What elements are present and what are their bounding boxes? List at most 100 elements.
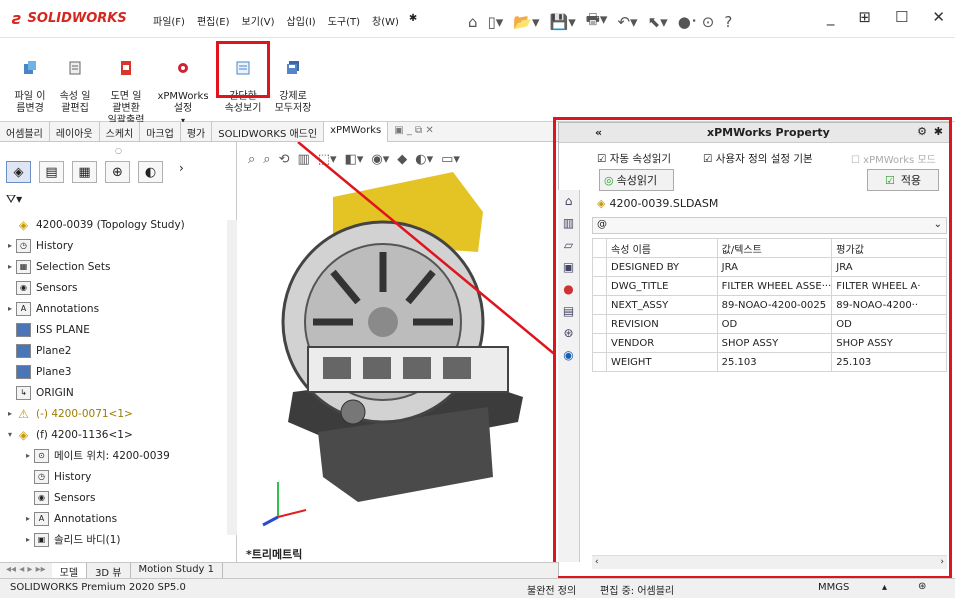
annotations-icon: A	[16, 301, 31, 316]
tree-item[interactable]: ▸ ⚠ (-) 4200-0071<1>	[4, 403, 232, 424]
expand-arrow-icon[interactable]: ▾	[4, 430, 16, 439]
feature-tree-tab[interactable]: ◈	[6, 161, 31, 183]
menu-bar: 파일(F) 편집(E) 보기(V) 삽입(I) 도구(T) 창(W) ✱	[147, 13, 423, 28]
property-manager-tab[interactable]: ▤	[39, 161, 64, 183]
tree-item[interactable]: ▸ A Annotations	[4, 298, 232, 319]
undo-icon[interactable]: ↶▾	[617, 13, 637, 31]
batch-edit-properties-button[interactable]: 속성 일 괄편집	[55, 48, 95, 115]
tab-motion-study[interactable]: Motion Study 1	[131, 563, 224, 578]
tree-item[interactable]: ▸ ▣ 솔리드 바디(1)	[4, 529, 232, 550]
tree-item[interactable]: ▸ ◷ History	[4, 235, 232, 256]
tree-item-label: (f) 4200-1136<1>	[36, 428, 133, 441]
expand-arrow-icon[interactable]: ▸	[4, 262, 16, 271]
dimxpert-tab[interactable]: ⊕	[105, 161, 130, 183]
expand-arrow-icon[interactable]: ▸	[22, 535, 34, 544]
tab-layout[interactable]: 레이아웃	[50, 122, 100, 142]
menu-tools[interactable]: 도구(T)	[322, 13, 366, 28]
tree-item-label: ORIGIN	[36, 386, 74, 399]
selection-sets-icon: ▦	[16, 259, 31, 274]
tree-item-label: Sensors	[54, 491, 96, 504]
menu-insert[interactable]: 삽입(I)	[281, 13, 322, 28]
tree-item[interactable]: ▸ ⊙ 메이트 위치: 4200-0039	[4, 445, 232, 466]
origin-icon: ↳	[16, 385, 31, 400]
tab-evaluate[interactable]: 평가	[181, 122, 213, 142]
home-icon[interactable]: ⌂	[468, 13, 478, 31]
drag-handle[interactable]: ○	[115, 146, 122, 155]
rename-files-button[interactable]: 파일 이 름변경	[8, 48, 52, 115]
save-icon[interactable]: 💾▾	[550, 13, 576, 31]
config-manager-tab[interactable]: ▦	[72, 161, 97, 183]
force-save-all-button[interactable]: 강제로 모두저장	[270, 48, 316, 115]
maximize-icon[interactable]: ☐	[895, 8, 908, 26]
tree-item-label: Plane2	[36, 344, 72, 357]
units-selector[interactable]: MMGS	[818, 582, 849, 593]
tab-assembly[interactable]: 어셈블리	[0, 122, 50, 142]
tree-scrollbar[interactable]	[227, 220, 237, 535]
tree-item[interactable]: ◈ 4200-0039 (Topology Study)	[4, 214, 232, 235]
tree-item[interactable]: ↳ ORIGIN	[4, 382, 232, 403]
new-file-icon[interactable]: ▯▾	[488, 13, 504, 31]
tree-item[interactable]: ▾ ◈ (f) 4200-1136<1>	[4, 424, 232, 445]
menu-edit[interactable]: 편집(E)	[191, 13, 236, 28]
title-bar: ƨ SOLIDWORKS 파일(F) 편집(E) 보기(V) 삽입(I) 도구(…	[0, 0, 955, 38]
menu-window[interactable]: 창(W)	[366, 13, 405, 28]
menu-view[interactable]: 보기(V)	[236, 13, 281, 28]
tab-3d-view[interactable]: 3D 뷰	[87, 563, 131, 579]
expand-arrow-icon[interactable]: ▸	[22, 451, 34, 460]
batch-convert-drawings-button[interactable]: 도면 일 괄변환 일괄출력	[100, 48, 152, 127]
annotations-icon: A	[34, 511, 49, 526]
batch-edit-icon	[69, 61, 81, 75]
tree-item[interactable]: ▸ A Annotations	[4, 508, 232, 529]
feature-manager-tabs: ◈ ▤ ▦ ⊕ ◐ ›	[6, 161, 184, 183]
help-icon[interactable]: ?	[724, 13, 732, 31]
tree-item[interactable]: ◉ Sensors	[4, 487, 232, 508]
select-icon[interactable]: ⬉▾	[648, 13, 668, 31]
expand-arrow-icon[interactable]: ▸	[4, 304, 16, 313]
graphics-viewport[interactable]: ⌕ ⌕ ⟲ ▥ ⬚▾ ◧▾ ◉▾ ◆ ◐▾ ▭▾ *트리메트릭	[238, 142, 556, 562]
rebuild-status-icon[interactable]: ⊛	[918, 581, 926, 592]
tree-item-label: 4200-0039 (Topology Study)	[36, 218, 185, 231]
ribbon-highlight-box	[216, 41, 270, 98]
tree-item[interactable]: ◷ History	[4, 466, 232, 487]
menu-file[interactable]: 파일(F)	[147, 13, 191, 28]
open-file-icon[interactable]: 📂▾	[513, 13, 539, 31]
chevron-up-icon[interactable]: ▴	[882, 582, 887, 593]
tree-item[interactable]: ▸ ▦ Selection Sets	[4, 256, 232, 277]
tree-item-label: History	[54, 470, 92, 483]
tab-model[interactable]: 모델	[51, 563, 88, 579]
chevron-right-icon[interactable]: ›	[179, 161, 184, 183]
expand-arrow-icon[interactable]: ▸	[4, 409, 16, 418]
tab-addins[interactable]: SOLIDWORKS 애드인	[212, 122, 325, 142]
tree-item-label: 솔리드 바디(1)	[54, 534, 121, 546]
tab-controls[interactable]: ▣ _ ⧉ ✕	[388, 122, 440, 142]
print-icon[interactable]: 🖶▾	[586, 9, 608, 34]
tab-nav-icon[interactable]: ◂◂ ◂ ▸ ▸▸	[0, 563, 52, 578]
minimize-icon[interactable]: _	[827, 8, 835, 26]
expand-arrow-icon[interactable]: ▸	[4, 241, 16, 250]
product-version: SOLIDWORKS Premium 2020 SP5.0	[10, 582, 186, 593]
pdf-icon	[121, 61, 131, 75]
feature-tree-icon: ◈	[13, 164, 24, 180]
tree-item-label: Plane3	[36, 365, 72, 378]
tree-item[interactable]: ◆ ISS PLANE	[4, 319, 232, 340]
warning-icon: ⚠	[18, 406, 29, 421]
tile-icon[interactable]: ⊞	[858, 8, 871, 26]
tree-item[interactable]: ◆ Plane3	[4, 361, 232, 382]
tab-xpmworks[interactable]: xPMWorks	[324, 122, 389, 142]
tree-item[interactable]: ◉ Sensors	[4, 277, 232, 298]
subassembly-icon: ◈	[18, 427, 29, 442]
plane-icon: ◆	[16, 364, 31, 379]
expand-arrow-icon[interactable]: ▸	[22, 514, 34, 523]
pin-icon[interactable]: ✱	[405, 13, 423, 28]
close-icon[interactable]: ✕	[932, 8, 945, 26]
panel-highlight-box	[553, 117, 952, 579]
tab-sketch[interactable]: 스케치	[100, 122, 141, 142]
rebuild-icon[interactable]: ●⠂⊙	[678, 13, 715, 31]
tab-markup[interactable]: 마크업	[140, 122, 181, 142]
status-bar: SOLIDWORKS Premium 2020 SP5.0 불완전 정의 편집 …	[0, 578, 955, 598]
config-manager-icon: ▦	[78, 164, 91, 180]
filter-icon[interactable]: ⛛▾	[6, 192, 22, 207]
quick-toolbar: ⌂ ▯▾ 📂▾ 💾▾ 🖶▾ ↶▾ ⬉▾ ●⠂⊙ ?	[468, 9, 732, 34]
tree-item[interactable]: ◆ Plane2	[4, 340, 232, 361]
display-manager-tab[interactable]: ◐	[138, 161, 163, 183]
